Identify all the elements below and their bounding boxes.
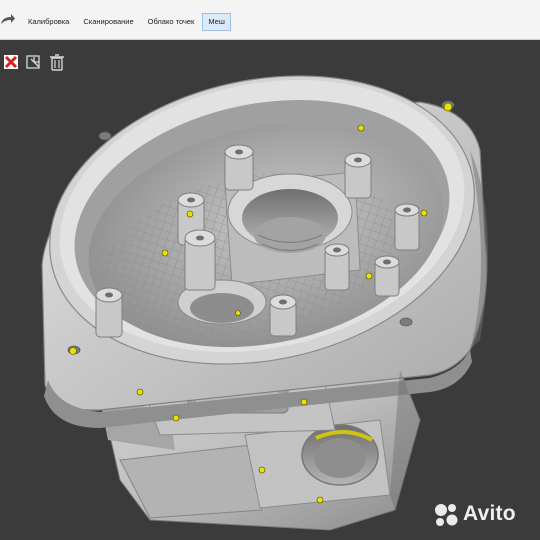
tab-point-cloud[interactable]: Облако точек bbox=[142, 13, 201, 31]
top-toolbar: Калибровка Сканирование Облако точек Меш bbox=[0, 0, 540, 40]
tab-scanning[interactable]: Сканирование bbox=[77, 13, 139, 31]
crop-icon bbox=[4, 55, 18, 69]
redo-arrow-icon[interactable] bbox=[0, 11, 16, 27]
mesh-tools bbox=[0, 51, 69, 73]
crop-tool-button[interactable] bbox=[0, 51, 22, 73]
tab-mesh[interactable]: Меш bbox=[202, 13, 231, 31]
mode-tabs: Калибровка Сканирование Облако точек Меш bbox=[22, 13, 233, 31]
select-mesh-icon bbox=[26, 55, 40, 69]
scanned-mesh-model bbox=[41, 75, 488, 531]
trash-icon bbox=[50, 54, 64, 71]
tab-calibration[interactable]: Калибровка bbox=[22, 13, 75, 31]
avito-watermark: Avito bbox=[432, 500, 516, 528]
avito-logo-icon bbox=[435, 504, 458, 526]
select-mesh-button[interactable] bbox=[23, 51, 45, 73]
watermark-text: Avito bbox=[463, 502, 516, 525]
delete-button[interactable] bbox=[46, 51, 68, 73]
